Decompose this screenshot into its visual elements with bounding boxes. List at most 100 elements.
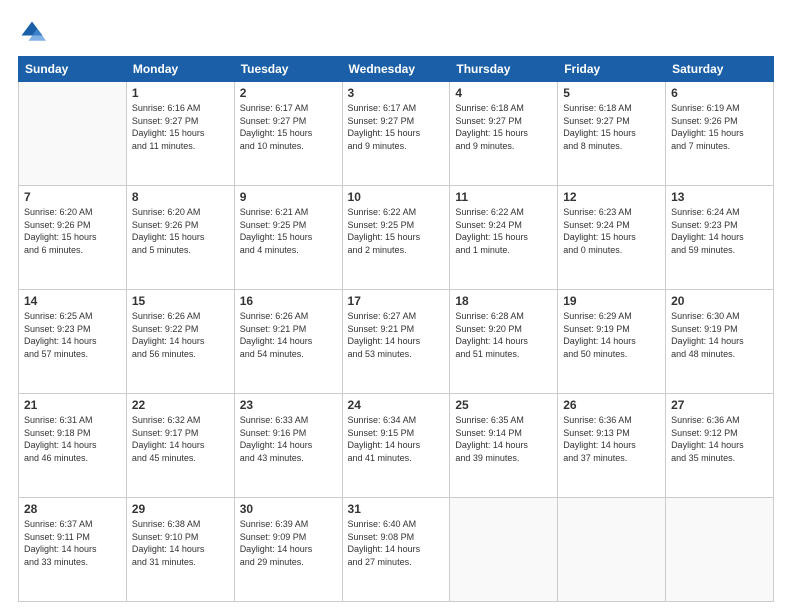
- page: SundayMondayTuesdayWednesdayThursdayFrid…: [0, 0, 792, 612]
- day-info: Sunrise: 6:31 AM Sunset: 9:18 PM Dayligh…: [24, 414, 121, 464]
- day-number: 3: [348, 86, 445, 100]
- day-number: 11: [455, 190, 552, 204]
- calendar-cell: 23 Sunrise: 6:33 AM Sunset: 9:16 PM Dayli…: [234, 394, 342, 498]
- day-number: 23: [240, 398, 337, 412]
- day-info: Sunrise: 6:40 AM Sunset: 9:08 PM Dayligh…: [348, 518, 445, 568]
- day-number: 8: [132, 190, 229, 204]
- day-info: Sunrise: 6:34 AM Sunset: 9:15 PM Dayligh…: [348, 414, 445, 464]
- day-number: 16: [240, 294, 337, 308]
- calendar-cell: [19, 82, 127, 186]
- calendar-day-header: Tuesday: [234, 57, 342, 82]
- day-number: 6: [671, 86, 768, 100]
- calendar-cell: 30 Sunrise: 6:39 AM Sunset: 9:09 PM Dayli…: [234, 498, 342, 602]
- day-info: Sunrise: 6:18 AM Sunset: 9:27 PM Dayligh…: [563, 102, 660, 152]
- calendar-cell: 24 Sunrise: 6:34 AM Sunset: 9:15 PM Dayli…: [342, 394, 450, 498]
- calendar-cell: 4Sunrise: 6:18 AM Sunset: 9:27 PM Daylig…: [450, 82, 558, 186]
- day-info: Sunrise: 6:23 AM Sunset: 9:24 PM Dayligh…: [563, 206, 660, 256]
- day-info: Sunrise: 6:18 AM Sunset: 9:27 PM Dayligh…: [455, 102, 552, 152]
- calendar-cell: 9 Sunrise: 6:21 AM Sunset: 9:25 PM Daylig…: [234, 186, 342, 290]
- calendar-week-row: 1 Sunrise: 6:16 AM Sunset: 9:27 PM Daylig…: [19, 82, 774, 186]
- calendar-cell: 8 Sunrise: 6:20 AM Sunset: 9:26 PM Daylig…: [126, 186, 234, 290]
- calendar-cell: 25 Sunrise: 6:35 AM Sunset: 9:14 PM Dayli…: [450, 394, 558, 498]
- day-number: 13: [671, 190, 768, 204]
- calendar-cell: 12 Sunrise: 6:23 AM Sunset: 9:24 PM Dayli…: [558, 186, 666, 290]
- calendar-week-row: 21 Sunrise: 6:31 AM Sunset: 9:18 PM Dayli…: [19, 394, 774, 498]
- day-number: 9: [240, 190, 337, 204]
- day-info: Sunrise: 6:38 AM Sunset: 9:10 PM Dayligh…: [132, 518, 229, 568]
- day-number: 22: [132, 398, 229, 412]
- day-number: 15: [132, 294, 229, 308]
- day-info: Sunrise: 6:22 AM Sunset: 9:24 PM Dayligh…: [455, 206, 552, 256]
- calendar-cell: 22 Sunrise: 6:32 AM Sunset: 9:17 PM Dayli…: [126, 394, 234, 498]
- day-info: Sunrise: 6:36 AM Sunset: 9:13 PM Dayligh…: [563, 414, 660, 464]
- day-number: 24: [348, 398, 445, 412]
- calendar-cell: 14 Sunrise: 6:25 AM Sunset: 9:23 PM Dayli…: [19, 290, 127, 394]
- calendar-cell: [450, 498, 558, 602]
- day-number: 14: [24, 294, 121, 308]
- day-info: Sunrise: 6:26 AM Sunset: 9:22 PM Dayligh…: [132, 310, 229, 360]
- calendar-week-row: 14 Sunrise: 6:25 AM Sunset: 9:23 PM Dayli…: [19, 290, 774, 394]
- day-info: Sunrise: 6:39 AM Sunset: 9:09 PM Dayligh…: [240, 518, 337, 568]
- calendar-cell: 2 Sunrise: 6:17 AM Sunset: 9:27 PM Daylig…: [234, 82, 342, 186]
- day-number: 28: [24, 502, 121, 516]
- day-number: 27: [671, 398, 768, 412]
- logo: [18, 18, 50, 46]
- calendar-week-row: 28 Sunrise: 6:37 AM Sunset: 9:11 PM Dayli…: [19, 498, 774, 602]
- day-info: Sunrise: 6:17 AM Sunset: 9:27 PM Dayligh…: [348, 102, 445, 152]
- calendar-table: SundayMondayTuesdayWednesdayThursdayFrid…: [18, 56, 774, 602]
- calendar-cell: 29 Sunrise: 6:38 AM Sunset: 9:10 PM Dayli…: [126, 498, 234, 602]
- day-info: Sunrise: 6:22 AM Sunset: 9:25 PM Dayligh…: [348, 206, 445, 256]
- day-info: Sunrise: 6:36 AM Sunset: 9:12 PM Dayligh…: [671, 414, 768, 464]
- calendar-day-header: Monday: [126, 57, 234, 82]
- calendar-cell: 6 Sunrise: 6:19 AM Sunset: 9:26 PM Daylig…: [666, 82, 774, 186]
- day-info: Sunrise: 6:37 AM Sunset: 9:11 PM Dayligh…: [24, 518, 121, 568]
- day-info: Sunrise: 6:17 AM Sunset: 9:27 PM Dayligh…: [240, 102, 337, 152]
- calendar-day-header: Wednesday: [342, 57, 450, 82]
- calendar-cell: 18 Sunrise: 6:28 AM Sunset: 9:20 PM Dayli…: [450, 290, 558, 394]
- day-info: Sunrise: 6:26 AM Sunset: 9:21 PM Dayligh…: [240, 310, 337, 360]
- day-info: Sunrise: 6:28 AM Sunset: 9:20 PM Dayligh…: [455, 310, 552, 360]
- day-info: Sunrise: 6:27 AM Sunset: 9:21 PM Dayligh…: [348, 310, 445, 360]
- logo-icon: [18, 18, 46, 46]
- calendar-cell: 10 Sunrise: 6:22 AM Sunset: 9:25 PM Dayli…: [342, 186, 450, 290]
- calendar-cell: 20 Sunrise: 6:30 AM Sunset: 9:19 PM Dayli…: [666, 290, 774, 394]
- day-info: Sunrise: 6:25 AM Sunset: 9:23 PM Dayligh…: [24, 310, 121, 360]
- calendar-cell: [558, 498, 666, 602]
- calendar-day-header: Sunday: [19, 57, 127, 82]
- day-number: 18: [455, 294, 552, 308]
- day-info: Sunrise: 6:16 AM Sunset: 9:27 PM Dayligh…: [132, 102, 229, 152]
- day-info: Sunrise: 6:19 AM Sunset: 9:26 PM Dayligh…: [671, 102, 768, 152]
- calendar-day-header: Saturday: [666, 57, 774, 82]
- calendar-cell: 7Sunrise: 6:20 AM Sunset: 9:26 PM Daylig…: [19, 186, 127, 290]
- calendar-cell: 26 Sunrise: 6:36 AM Sunset: 9:13 PM Dayli…: [558, 394, 666, 498]
- header: [18, 18, 774, 46]
- day-info: Sunrise: 6:30 AM Sunset: 9:19 PM Dayligh…: [671, 310, 768, 360]
- day-number: 1: [132, 86, 229, 100]
- day-number: 12: [563, 190, 660, 204]
- day-info: Sunrise: 6:21 AM Sunset: 9:25 PM Dayligh…: [240, 206, 337, 256]
- calendar-cell: 21 Sunrise: 6:31 AM Sunset: 9:18 PM Dayli…: [19, 394, 127, 498]
- day-info: Sunrise: 6:29 AM Sunset: 9:19 PM Dayligh…: [563, 310, 660, 360]
- day-number: 26: [563, 398, 660, 412]
- calendar-cell: 5Sunrise: 6:18 AM Sunset: 9:27 PM Daylig…: [558, 82, 666, 186]
- day-number: 31: [348, 502, 445, 516]
- day-number: 25: [455, 398, 552, 412]
- day-number: 29: [132, 502, 229, 516]
- calendar-cell: 15 Sunrise: 6:26 AM Sunset: 9:22 PM Dayli…: [126, 290, 234, 394]
- calendar-cell: 19Sunrise: 6:29 AM Sunset: 9:19 PM Dayli…: [558, 290, 666, 394]
- day-info: Sunrise: 6:33 AM Sunset: 9:16 PM Dayligh…: [240, 414, 337, 464]
- day-number: 20: [671, 294, 768, 308]
- day-info: Sunrise: 6:20 AM Sunset: 9:26 PM Dayligh…: [132, 206, 229, 256]
- day-info: Sunrise: 6:35 AM Sunset: 9:14 PM Dayligh…: [455, 414, 552, 464]
- day-number: 30: [240, 502, 337, 516]
- day-info: Sunrise: 6:24 AM Sunset: 9:23 PM Dayligh…: [671, 206, 768, 256]
- day-info: Sunrise: 6:32 AM Sunset: 9:17 PM Dayligh…: [132, 414, 229, 464]
- calendar-cell: 31 Sunrise: 6:40 AM Sunset: 9:08 PM Dayli…: [342, 498, 450, 602]
- calendar-cell: 13 Sunrise: 6:24 AM Sunset: 9:23 PM Dayli…: [666, 186, 774, 290]
- day-number: 21: [24, 398, 121, 412]
- day-number: 2: [240, 86, 337, 100]
- day-info: Sunrise: 6:20 AM Sunset: 9:26 PM Dayligh…: [24, 206, 121, 256]
- day-number: 10: [348, 190, 445, 204]
- calendar-week-row: 7Sunrise: 6:20 AM Sunset: 9:26 PM Daylig…: [19, 186, 774, 290]
- calendar-cell: 3 Sunrise: 6:17 AM Sunset: 9:27 PM Daylig…: [342, 82, 450, 186]
